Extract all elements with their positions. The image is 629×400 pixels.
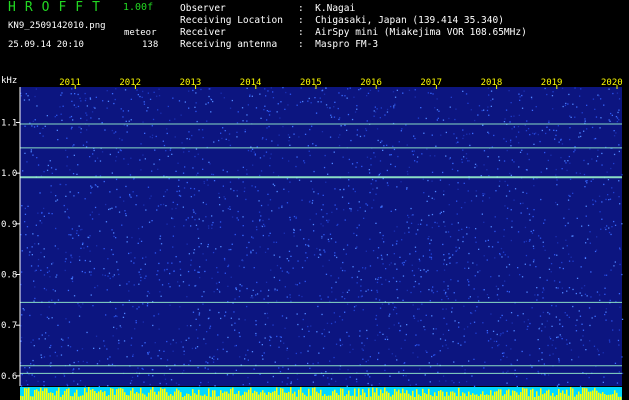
- y-tick-label: 0.6: [1, 372, 17, 382]
- info-value: Maspro FM-3: [315, 39, 379, 50]
- info-row-receiver: Receiver: AirSpy mini (Miakejima VOR 108…: [180, 27, 527, 38]
- meteor-count: 138: [142, 40, 159, 50]
- x-tick-label: 2016: [360, 78, 382, 88]
- file-name: KN9_2509142010.png: [8, 21, 106, 31]
- spectrogram: 1.1 1.0 0.9 0.8 0.7 0.6 kHz 2011 2012 2013 2014 201…: [1, 76, 624, 400]
- info-label: Receiving antenna: [180, 39, 278, 50]
- info-label: Observer: [180, 3, 226, 14]
- x-tick-label: 2014: [240, 78, 262, 88]
- info-row-antenna: Receiving antenna: Maspro FM-3: [180, 39, 379, 50]
- app-version: 1.00f: [123, 2, 154, 13]
- info-value: Chigasaki, Japan (139.414 35.340): [315, 15, 504, 26]
- x-tick-label: 2020: [601, 78, 623, 88]
- info-value: K.Nagai: [315, 3, 356, 14]
- x-tick-label: 2012: [119, 78, 141, 88]
- x-tick-label: 2019: [541, 78, 563, 88]
- date-time: 25.09.14 20:10: [8, 40, 84, 50]
- x-tick-label: 2011: [59, 78, 81, 88]
- info-value: AirSpy mini (Miakejima VOR 108.65MHz): [315, 27, 527, 38]
- info-label: Receiver: [180, 27, 226, 38]
- y-tick-label: 0.8: [1, 271, 17, 281]
- spectrogram-background: [20, 87, 622, 386]
- x-tick-label: 2013: [180, 78, 202, 88]
- y-axis-unit: kHz: [1, 76, 17, 86]
- y-tick-label: 0.7: [1, 321, 17, 331]
- y-tick-label: 1.0: [1, 169, 17, 179]
- info-row-observer: Observer: K.Nagai: [180, 3, 356, 14]
- y-tick-label: 1.1: [1, 118, 17, 128]
- app-name: HROFFT: [8, 0, 109, 15]
- x-tick-label: 2015: [300, 78, 322, 88]
- x-tick-label: 2017: [420, 78, 442, 88]
- x-tick-label: 2018: [481, 78, 503, 88]
- info-label: Receiving Location: [180, 15, 283, 26]
- header-panel: HROFFT 1.00f KN9_2509142010.png meteor 2…: [0, 0, 629, 75]
- station-info: Observer: K.Nagai Receiving Location: Ch…: [180, 3, 527, 51]
- mode-label: meteor: [124, 28, 157, 38]
- y-tick-label: 0.9: [1, 220, 17, 230]
- info-row-location: Receiving Location: Chigasaki, Japan (13…: [180, 15, 504, 26]
